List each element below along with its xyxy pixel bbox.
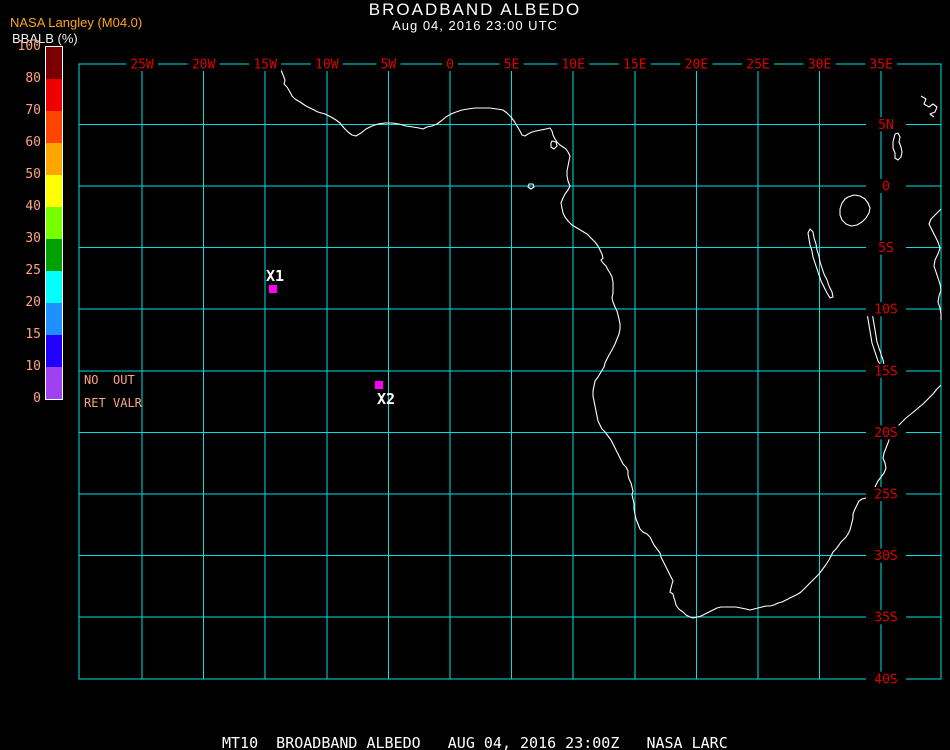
lon-tick-label: 25W (130, 58, 154, 73)
lat-tick-label: 35S (874, 611, 897, 626)
lat-tick-label: 0 (882, 180, 890, 195)
lat-tick-label: 15S (874, 364, 897, 379)
flag-no-label: NO (84, 373, 99, 387)
coastline-ethiopian-lakes (920, 95, 938, 118)
lat-tick-label: 10S (874, 303, 897, 318)
coastline-east-africa-coast (928, 208, 942, 320)
coastline-africa-mainland (277, 64, 942, 619)
lat-tick-label: 5S (878, 241, 894, 256)
lat-tick-label: 25S (874, 488, 897, 503)
coastline-lake-turkana (892, 132, 903, 161)
lat-tick-label: 5N (878, 118, 894, 133)
lon-tick-label: 20W (192, 58, 216, 73)
lon-tick-label: 5W (381, 58, 397, 73)
marker-label-x1: X1 (266, 267, 284, 285)
lon-tick-label: 15E (623, 58, 646, 73)
lat-tick-label: 30S (874, 549, 897, 564)
marker-square-x1 (269, 285, 277, 293)
lon-tick-label: 35E (869, 58, 892, 73)
coastline-lake-victoria (839, 194, 871, 227)
map-frame (78, 63, 942, 680)
lon-tick-label: 10E (561, 58, 584, 73)
lon-tick-label: 25E (746, 58, 769, 73)
lon-tick-label: 30E (808, 58, 831, 73)
map-canvas: 25W 20W 15W 10W 5W 0 5E 10E 15E 20E 25E 30E 35E 5N 0 5S… (78, 57, 942, 687)
marker-label-x2: X2 (377, 390, 395, 408)
flag-valr-label: VALR (113, 396, 142, 410)
flag-out-label: OUT (113, 373, 135, 387)
flag-ret-label: RET (84, 396, 106, 410)
lon-tick-label: 15W (253, 58, 277, 73)
lon-tick-label: 0 (446, 58, 454, 73)
coastline-lake-tanganyika (807, 228, 834, 299)
marker-square-x2 (375, 381, 383, 389)
lon-tick-label: 5E (504, 58, 520, 73)
footer-caption: MT10 BROADBAND ALBEDO AUG 04, 2016 23:00… (222, 734, 728, 750)
lat-tick-label: 40S (874, 672, 897, 687)
lon-tick-label: 20E (685, 58, 708, 73)
lon-tick-label: 10W (315, 58, 339, 73)
coastline-bioko-island (550, 140, 558, 150)
albedo-map-screen: BROADBAND ALBEDO Aug 04, 2016 23:00 UTC … (0, 0, 950, 750)
lat-tick-label: 20S (874, 426, 897, 441)
